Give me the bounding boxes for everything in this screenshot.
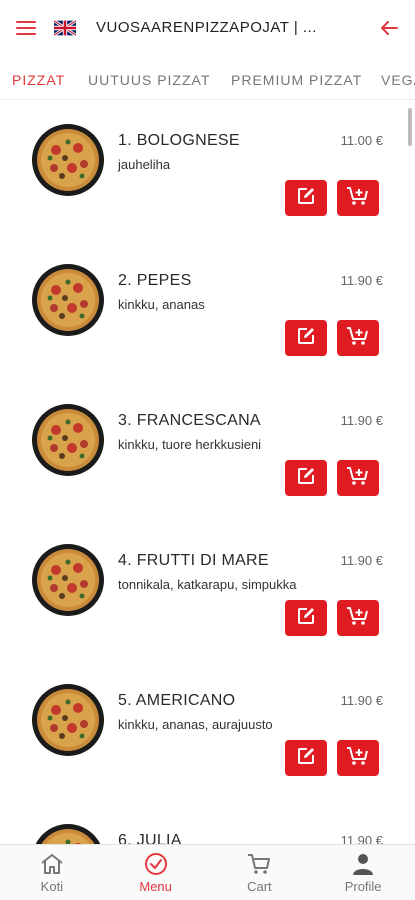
customize-button[interactable] (285, 600, 327, 636)
product-list: 1. BOLOGNESE 11.00 € jauheliha 2. PEPES … (0, 100, 415, 844)
item-description: tonnikala, katkarapu, simpukka (118, 577, 297, 592)
nav-label: Koti (40, 879, 64, 894)
item-description: kinkku, ananas (118, 297, 205, 312)
item-name: 4. FRUTTI DI MARE (118, 552, 269, 569)
pizza-image (32, 824, 104, 844)
bottom-nav: Koti Menu Cart Profile (0, 844, 415, 900)
customize-button[interactable] (285, 740, 327, 776)
tab-premium-pizzat[interactable]: PREMIUM PIZZAT (231, 72, 362, 88)
item-price: 11.90 € (340, 693, 383, 708)
list-item[interactable]: 3. FRANCESCANA 11.90 € kinkku, tuore her… (0, 380, 415, 520)
arrow-left-icon[interactable] (377, 16, 401, 40)
app-header: VUOSAARENPIZZAPOJAT | ... (0, 0, 415, 56)
edit-icon (295, 325, 317, 352)
item-price: 11.90 € (340, 833, 383, 844)
add-to-cart-button[interactable] (337, 180, 379, 216)
add-to-cart-button[interactable] (337, 320, 379, 356)
person-icon (353, 854, 374, 875)
cart-icon (248, 854, 271, 874)
category-tabs: PIZZAT UUTUUS PIZZAT PREMIUM PIZZAT VEGA (0, 60, 415, 100)
item-price: 11.00 € (340, 133, 383, 148)
item-name: 5. AMERICANO (118, 692, 236, 709)
home-icon (41, 854, 63, 874)
item-name: 1. BOLOGNESE (118, 132, 240, 149)
edit-icon (295, 605, 317, 632)
item-description: kinkku, tuore herkkusieni (118, 437, 262, 452)
customize-button[interactable] (285, 460, 327, 496)
page-title: VUOSAARENPIZZAPOJAT | ... (96, 19, 317, 36)
edit-icon (295, 465, 317, 492)
nav-koti[interactable]: Koti (0, 845, 104, 900)
tab-uutuus-pizzat[interactable]: UUTUUS PIZZAT (88, 72, 210, 88)
nav-menu[interactable]: Menu (104, 845, 208, 900)
add-to-cart-button[interactable] (337, 740, 379, 776)
hamburger-icon[interactable] (16, 19, 38, 37)
list-item[interactable]: 1. BOLOGNESE 11.00 € jauheliha (0, 100, 415, 240)
cart-plus-icon (346, 465, 370, 492)
pizza-image (32, 684, 104, 756)
edit-icon (295, 745, 317, 772)
customize-button[interactable] (285, 320, 327, 356)
item-name: 3. FRANCESCANA (118, 412, 261, 429)
tab-vega[interactable]: VEGA (381, 72, 415, 88)
pizza-image (32, 124, 104, 196)
list-item[interactable]: 4. FRUTTI DI MARE 11.90 € tonnikala, kat… (0, 520, 415, 660)
pizza-image (32, 404, 104, 476)
tab-pizzat[interactable]: PIZZAT (12, 72, 65, 88)
list-item[interactable]: 6. JULIA 11.90 € (0, 800, 415, 844)
add-to-cart-button[interactable] (337, 600, 379, 636)
edit-icon (295, 185, 317, 212)
item-price: 11.90 € (340, 273, 383, 288)
list-item[interactable]: 2. PEPES 11.90 € kinkku, ananas (0, 240, 415, 380)
list-item[interactable]: 5. AMERICANO 11.90 € kinkku, ananas, aur… (0, 660, 415, 800)
item-name: 2. PEPES (118, 272, 192, 289)
nav-label: Menu (139, 879, 172, 894)
cart-plus-icon (346, 605, 370, 632)
cart-plus-icon (346, 745, 370, 772)
item-price: 11.90 € (340, 553, 383, 568)
nav-label: Cart (247, 879, 272, 894)
cart-plus-icon (346, 185, 370, 212)
pizza-image (32, 544, 104, 616)
item-description: jauheliha (118, 157, 171, 172)
cart-plus-icon (346, 325, 370, 352)
add-to-cart-button[interactable] (337, 460, 379, 496)
nav-label: Profile (344, 879, 382, 894)
customize-button[interactable] (285, 180, 327, 216)
nav-profile[interactable]: Profile (311, 845, 415, 900)
uk-flag-icon[interactable] (54, 20, 76, 36)
item-price: 11.90 € (340, 413, 383, 428)
pizza-image (32, 264, 104, 336)
item-name: 6. JULIA (118, 832, 182, 844)
nav-cart[interactable]: Cart (208, 845, 312, 900)
item-description: kinkku, ananas, aurajuusto (118, 717, 273, 732)
check-circle-icon (144, 853, 167, 875)
